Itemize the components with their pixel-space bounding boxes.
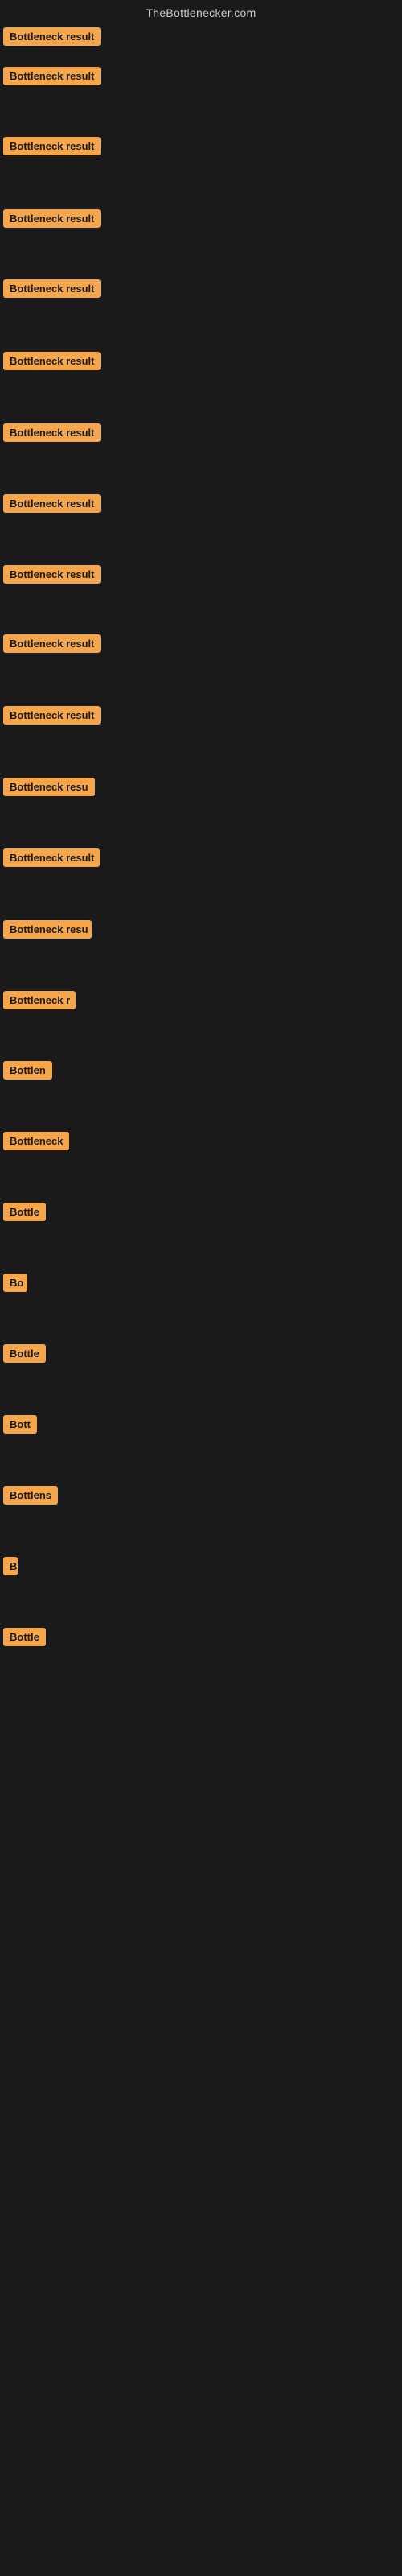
badge-row-10: Bottleneck result [3, 634, 100, 657]
bottleneck-badge-8[interactable]: Bottleneck result [3, 494, 100, 513]
badge-row-16: Bottlen [3, 1061, 52, 1084]
bottleneck-badge-14[interactable]: Bottleneck resu [3, 920, 92, 939]
bottleneck-badge-20[interactable]: Bottle [3, 1344, 46, 1363]
badge-row-24: Bottle [3, 1628, 46, 1650]
badge-row-18: Bottle [3, 1203, 46, 1225]
bottleneck-badge-11[interactable]: Bottleneck result [3, 706, 100, 724]
bottleneck-badge-13[interactable]: Bottleneck result [3, 848, 100, 867]
bottleneck-badge-4[interactable]: Bottleneck result [3, 209, 100, 228]
bottleneck-badge-19[interactable]: Bo [3, 1274, 27, 1292]
badge-row-9: Bottleneck result [3, 565, 100, 588]
badge-row-17: Bottleneck [3, 1132, 69, 1154]
badge-row-7: Bottleneck result [3, 423, 100, 446]
badge-row-6: Bottleneck result [3, 352, 100, 374]
bottleneck-badge-16[interactable]: Bottlen [3, 1061, 52, 1080]
bottleneck-badge-3[interactable]: Bottleneck result [3, 137, 100, 155]
badge-row-1: Bottleneck result [3, 27, 100, 50]
bottleneck-badge-5[interactable]: Bottleneck result [3, 279, 100, 298]
badge-row-11: Bottleneck result [3, 706, 100, 729]
bottleneck-badge-1[interactable]: Bottleneck result [3, 27, 100, 46]
bottleneck-badge-23[interactable]: B [3, 1557, 18, 1575]
bottleneck-badge-17[interactable]: Bottleneck [3, 1132, 69, 1150]
badge-row-13: Bottleneck result [3, 848, 100, 871]
badge-row-8: Bottleneck result [3, 494, 100, 517]
bottleneck-badge-2[interactable]: Bottleneck result [3, 67, 100, 85]
bottleneck-badge-22[interactable]: Bottlens [3, 1486, 58, 1505]
badge-row-5: Bottleneck result [3, 279, 100, 302]
bottleneck-badge-15[interactable]: Bottleneck r [3, 991, 76, 1009]
badge-row-23: B [3, 1557, 18, 1579]
badge-row-19: Bo [3, 1274, 27, 1296]
bottleneck-badge-9[interactable]: Bottleneck result [3, 565, 100, 584]
badge-row-2: Bottleneck result [3, 67, 100, 89]
badge-row-21: Bott [3, 1415, 37, 1438]
badge-row-12: Bottleneck resu [3, 778, 95, 800]
page-wrapper: TheBottlenecker.com Bottleneck result Bot… [0, 0, 402, 2576]
site-title: TheBottlenecker.com [0, 0, 402, 23]
badge-row-3: Bottleneck result [3, 137, 100, 159]
bottleneck-badge-24[interactable]: Bottle [3, 1628, 46, 1646]
badge-row-4: Bottleneck result [3, 209, 100, 232]
badge-row-14: Bottleneck resu [3, 920, 92, 943]
bottleneck-badge-12[interactable]: Bottleneck resu [3, 778, 95, 796]
bottleneck-badge-10[interactable]: Bottleneck result [3, 634, 100, 653]
bottleneck-badge-6[interactable]: Bottleneck result [3, 352, 100, 370]
badge-row-20: Bottle [3, 1344, 46, 1367]
badge-row-22: Bottlens [3, 1486, 58, 1509]
bottleneck-badge-21[interactable]: Bott [3, 1415, 37, 1434]
badge-row-15: Bottleneck r [3, 991, 76, 1013]
bottleneck-badge-7[interactable]: Bottleneck result [3, 423, 100, 442]
bottleneck-badge-18[interactable]: Bottle [3, 1203, 46, 1221]
